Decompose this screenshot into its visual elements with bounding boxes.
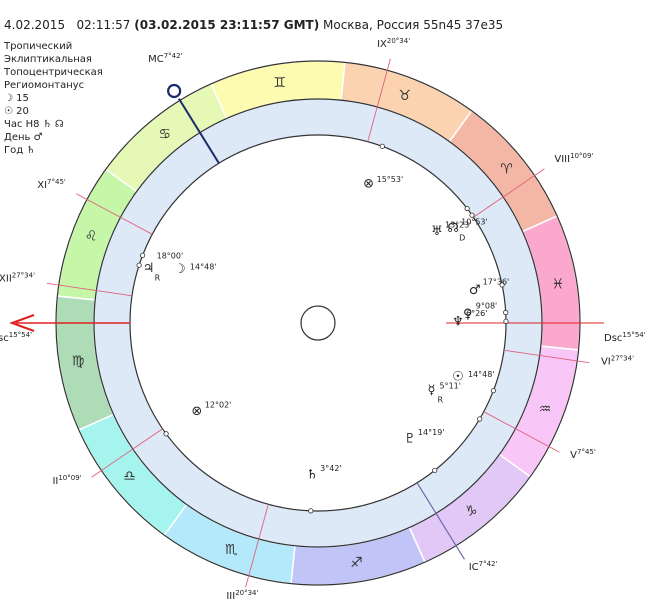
node-icon: ☊ (447, 221, 459, 236)
planet-tick-venus (503, 309, 509, 316)
house-label-ic: IC7°42' (469, 560, 498, 573)
sign-taurus-icon: ♉ (398, 88, 411, 104)
planet-tick-lilith (379, 143, 385, 149)
house-label-dsc: Dsc15°54' (604, 331, 646, 344)
planet-tick-uranus (464, 205, 470, 212)
neptune-degree: 6°26' (466, 309, 487, 318)
midheaven-marker (167, 83, 182, 99)
planet-tick-mercury (477, 416, 483, 422)
planet-tick-sun (490, 388, 496, 394)
house-label-asc: Asc15°54' (0, 331, 32, 344)
house-label-xii: XII27°34' (0, 272, 35, 285)
sign-cancer-icon: ♋ (158, 126, 171, 142)
house-label-vi: VI27°34' (601, 354, 634, 367)
pluto-icon: ♇ (404, 431, 416, 446)
planet-tick-jupiter (136, 262, 142, 268)
sign-aquarius-icon: ♒ (539, 402, 552, 418)
sign-capricorn-icon: ♑ (465, 504, 478, 520)
moon-degree: 14°48' (190, 263, 217, 272)
saturn-degree: 3°42' (320, 464, 341, 473)
lilith-degree: 15°53' (377, 175, 404, 184)
house-label-v: V7°45' (570, 448, 596, 461)
part-of-fortune-degree: 12°02' (205, 400, 232, 409)
sign-sagittarius-icon: ♐ (350, 555, 363, 571)
house-label-xi: XI7°45' (37, 178, 66, 191)
planet-tick-pluto (432, 467, 438, 473)
sign-scorpio-icon: ♏ (225, 542, 238, 558)
sign-gemini-icon: ♊ (273, 75, 286, 91)
jupiter-degree: 18°00' (157, 251, 184, 260)
saturn-icon: ♄ (306, 467, 318, 482)
part-of-fortune-icon: ⊗ (191, 404, 202, 419)
house-label-ix: IX20°34' (377, 37, 410, 50)
house-label-iii: III20°34' (226, 589, 258, 602)
node-motion-flag: D (459, 233, 465, 242)
sign-virgo-icon: ♍ (72, 353, 85, 369)
planet-tick-part-of-fortune (163, 431, 169, 437)
mars-icon: ♂ (469, 283, 481, 298)
sign-pisces-icon: ♓ (552, 277, 565, 293)
sign-aries-icon: ♈ (500, 162, 513, 178)
mercury-motion-flag: R (438, 395, 444, 404)
sign-libra-icon: ♎ (123, 468, 136, 484)
node-degree: 10°53' (461, 217, 488, 226)
neptune-icon: ♆ (452, 314, 464, 329)
house-label-ii: II10°09' (52, 474, 81, 487)
mercury-icon: ☿ (428, 383, 436, 398)
house-label-viii: VIII10°09' (554, 152, 593, 165)
natal-chart-wheel: ♈ ♉ ♊ ♋ ♌ ♍ ♎ ♏ ♐ ♑ ♒ ♓ Asc15°54' II10°09' III20°34' I… (0, 37, 646, 602)
mercury-degree: 5°11' (440, 381, 461, 390)
planet-tick-neptune (503, 318, 509, 324)
uranus-icon: ♅ (431, 224, 443, 239)
sun-degree: 14°48' (468, 370, 495, 379)
lilith-icon: ⊗ (363, 176, 374, 191)
house-label-mc: MC7°42' (148, 52, 182, 65)
core-circle (300, 305, 336, 341)
sign-leo-icon: ♌ (85, 228, 98, 244)
jupiter-motion-flag: R (155, 273, 161, 282)
pluto-degree: 14°19' (418, 428, 445, 437)
planet-tick-saturn (308, 508, 314, 514)
moon-icon: ☽ (174, 262, 186, 277)
jupiter-icon: ♃ (143, 261, 155, 276)
mars-degree: 17°36' (483, 278, 510, 287)
planet-tick-moon (140, 252, 146, 258)
